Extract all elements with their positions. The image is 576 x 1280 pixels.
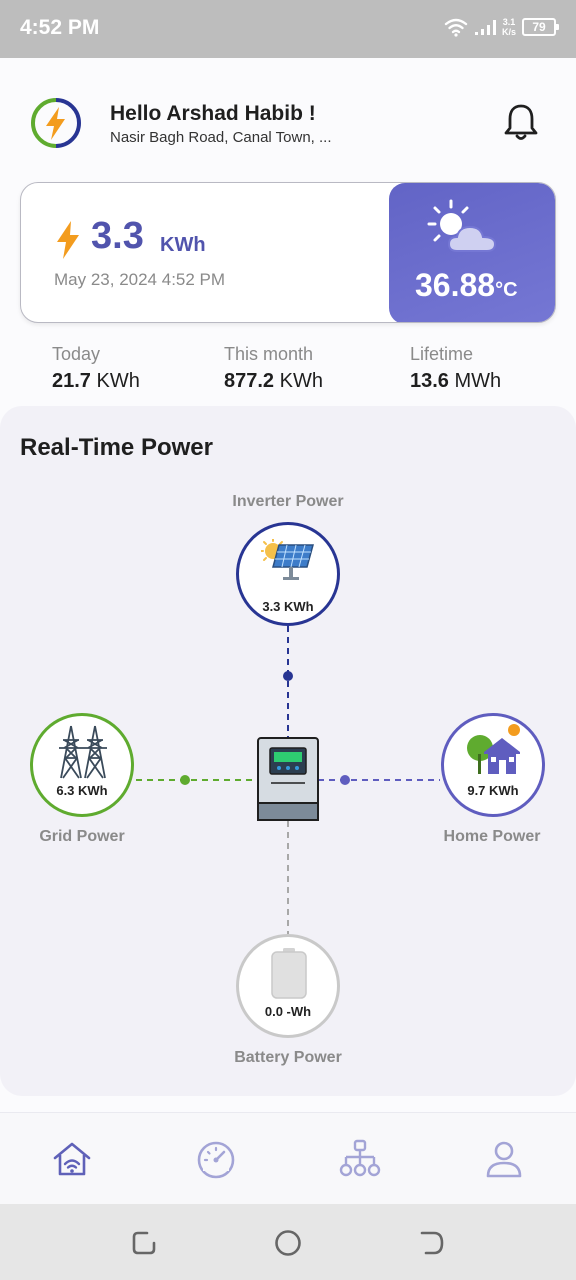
inverter-device-icon[interactable] (257, 737, 319, 821)
temperature: 36.88°C (415, 267, 518, 303)
realtime-power-panel: Real-Time Power Inverter Power 3.3 KWh 6… (0, 406, 576, 1096)
bottom-navigation (0, 1112, 576, 1204)
inverter-power-node[interactable]: 3.3 KWh (236, 522, 340, 626)
stat-this-month: This month 877.2 KWh (224, 344, 323, 393)
battery-power-node[interactable]: 0.0 -Wh (236, 934, 340, 1038)
signal-icon (474, 20, 496, 35)
battery-power-label: Battery Power (234, 1049, 342, 1066)
stat-today: Today 21.7 KWh (52, 344, 140, 393)
current-energy-value: 3.3 (91, 215, 144, 257)
header: Hello Arshad Habib ! Nasir Bagh Road, Ca… (0, 58, 576, 178)
grid-power-label: Grid Power (39, 828, 125, 845)
wifi-icon (444, 18, 468, 37)
stat-label: Lifetime (410, 344, 474, 364)
app-screen: Hello Arshad Habib ! Nasir Bagh Road, Ca… (0, 58, 576, 1204)
notification-bell-icon[interactable] (502, 102, 540, 142)
inverter-power-label: Inverter Power (232, 493, 344, 510)
house-icon (467, 724, 520, 774)
status-bar: 4:52 PM 3.1 K/s 79 (0, 0, 576, 58)
flow-dot-grid (180, 775, 190, 785)
inverter-power-value: 3.3 KWh (262, 599, 314, 614)
weather-panel: 36.88°C (389, 183, 555, 322)
home-power-label: Home Power (443, 828, 541, 845)
app-logo-icon (31, 98, 81, 148)
energy-datetime: May 23, 2024 4:52 PM (54, 270, 226, 289)
home-power-node[interactable]: 9.7 KWh (441, 713, 545, 817)
battery-power-value: 0.0 -Wh (264, 1004, 312, 1019)
greeting: Hello Arshad Habib ! (110, 102, 316, 125)
energy-stats: Today 21.7 KWh This month 877.2 KWh Life… (0, 344, 576, 404)
stat-lifetime: Lifetime 13.6 MWh (410, 344, 501, 393)
temperature-unit: °C (495, 279, 518, 301)
battery-icon (271, 948, 307, 999)
recent-apps-icon[interactable] (130, 1229, 158, 1257)
status-icons: 3.1 K/s 79 (444, 17, 559, 37)
flow-dot-home (340, 775, 350, 785)
stat-value: 13.6 MWh (410, 370, 502, 392)
back-icon[interactable] (418, 1229, 446, 1257)
net-speed: 3.1 K/s (501, 17, 516, 37)
home-button-icon[interactable] (274, 1229, 302, 1257)
home-icon[interactable] (50, 1137, 94, 1181)
flow-dot-inverter (283, 671, 293, 681)
profile-icon[interactable] (482, 1137, 526, 1181)
current-energy-unit: KWh (160, 234, 206, 256)
solar-panel-icon (261, 539, 314, 580)
address: Nasir Bagh Road, Canal Town, ... (110, 129, 332, 146)
network-tree-icon[interactable] (338, 1137, 382, 1181)
stat-label: Today (52, 344, 101, 364)
lightning-icon (57, 221, 79, 259)
dashboard-gauge-icon[interactable] (194, 1137, 238, 1181)
system-navigation-bar (0, 1204, 576, 1280)
stat-label: This month (224, 344, 314, 364)
home-power-value: 9.7 KWh (467, 783, 519, 798)
stat-value: 877.2 KWh (224, 370, 323, 392)
partly-sunny-icon (427, 199, 497, 252)
stat-value: 21.7 KWh (52, 370, 140, 392)
grid-power-value: 6.3 KWh (56, 783, 108, 798)
battery-indicator: 79 (522, 18, 559, 36)
status-time: 4:52 PM (20, 16, 100, 39)
energy-summary-card[interactable]: 3.3 KWh May 23, 2024 4:52 PM 36.88°C (20, 182, 556, 323)
grid-power-node[interactable]: 6.3 KWh (30, 713, 134, 817)
power-tower-icon (59, 725, 107, 779)
